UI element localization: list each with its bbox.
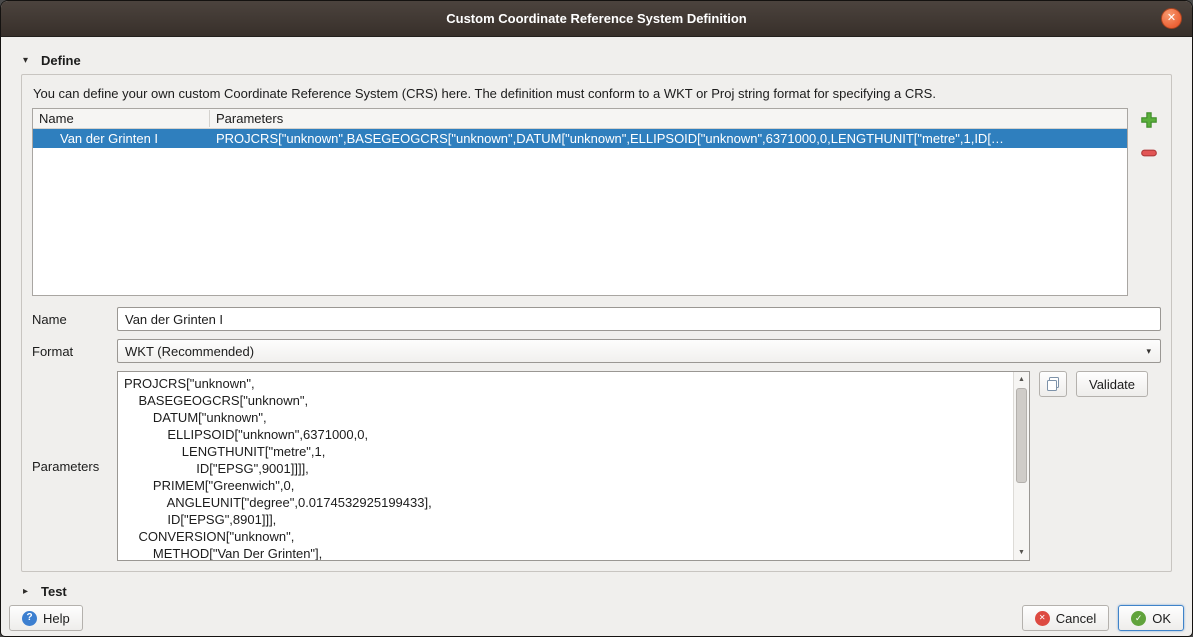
name-input[interactable]	[117, 307, 1161, 331]
custom-crs-dialog: Custom Coordinate Reference System Defin…	[0, 0, 1193, 637]
copy-wkt-button[interactable]	[1039, 371, 1067, 397]
titlebar[interactable]: Custom Coordinate Reference System Defin…	[1, 1, 1192, 37]
minus-icon	[1140, 144, 1158, 162]
parameters-scrollbar[interactable]: ▲ ▼	[1013, 372, 1029, 560]
define-group-header[interactable]: ▾ Define	[23, 53, 1172, 68]
test-group-label: Test	[41, 584, 67, 599]
footer-right-buttons: ✕ Cancel ✓ OK	[1022, 605, 1184, 631]
name-field-row: Name	[32, 307, 1161, 331]
collapse-down-arrow-icon: ▾	[23, 55, 34, 66]
format-select[interactable]: WKT (Recommended) ▾	[117, 339, 1161, 363]
crs-list[interactable]: Name Parameters Van der Grinten I PROJCR…	[32, 108, 1128, 296]
crs-table-area: Name Parameters Van der Grinten I PROJCR…	[32, 108, 1161, 296]
dialog-button-box: ? Help ✕ Cancel ✓ OK	[9, 605, 1184, 631]
format-field-row: Format WKT (Recommended) ▾	[32, 339, 1161, 363]
format-label: Format	[32, 344, 117, 359]
name-label: Name	[32, 312, 117, 327]
validate-label: Validate	[1089, 377, 1135, 392]
parameters-editor: PROJCRS["unknown", BASEGEOGCRS["unknown"…	[117, 371, 1030, 561]
close-button[interactable]: ✕	[1161, 8, 1182, 29]
parameters-side-buttons: Validate	[1039, 371, 1148, 397]
define-group-label: Define	[41, 53, 81, 68]
list-tool-buttons	[1137, 108, 1161, 296]
window-title: Custom Coordinate Reference System Defin…	[446, 11, 747, 26]
parameters-textarea[interactable]: PROJCRS["unknown", BASEGEOGCRS["unknown"…	[118, 372, 1013, 560]
help-label: Help	[43, 611, 70, 626]
close-icon: ✕	[1167, 13, 1176, 24]
parameters-field-row: Parameters PROJCRS["unknown", BASEGEOGCR…	[32, 371, 1161, 561]
help-button[interactable]: ? Help	[9, 605, 83, 631]
test-group-header[interactable]: ▸ Test	[23, 584, 1172, 599]
crs-description-text: You can define your own custom Coordinat…	[33, 86, 1160, 101]
ok-button[interactable]: ✓ OK	[1118, 605, 1184, 631]
parameters-label: Parameters	[32, 459, 99, 474]
scrollbar-thumb[interactable]	[1016, 388, 1027, 483]
ok-icon: ✓	[1131, 611, 1146, 626]
column-header-parameters[interactable]: Parameters	[210, 110, 289, 127]
row-name-cell: Van der Grinten I	[33, 131, 210, 146]
table-row[interactable]: Van der Grinten I PROJCRS["unknown",BASE…	[33, 129, 1127, 148]
cancel-button[interactable]: ✕ Cancel	[1022, 605, 1109, 631]
copy-icon	[1045, 376, 1061, 392]
add-crs-button[interactable]	[1137, 108, 1161, 132]
chevron-down-icon: ▾	[1146, 346, 1151, 357]
scrollbar-track[interactable]	[1014, 387, 1029, 545]
define-group-frame: You can define your own custom Coordinat…	[21, 74, 1172, 572]
column-header-name[interactable]: Name	[33, 110, 210, 127]
format-selected-value: WKT (Recommended)	[125, 344, 254, 359]
validate-button[interactable]: Validate	[1076, 371, 1148, 397]
ok-label: OK	[1152, 611, 1171, 626]
collapse-right-arrow-icon: ▸	[23, 586, 34, 597]
dialog-content: ▾ Define You can define your own custom …	[1, 37, 1192, 599]
cancel-icon: ✕	[1035, 611, 1050, 626]
row-parameters-cell: PROJCRS["unknown",BASEGEOGCRS["unknown",…	[210, 131, 1127, 146]
crs-list-header: Name Parameters	[33, 109, 1127, 129]
parameters-label-wrap: Parameters	[32, 371, 117, 561]
help-icon: ?	[22, 611, 37, 626]
scroll-down-icon[interactable]: ▼	[1014, 545, 1029, 560]
plus-icon	[1140, 111, 1158, 129]
cancel-label: Cancel	[1056, 611, 1096, 626]
remove-crs-button[interactable]	[1137, 141, 1161, 165]
scroll-up-icon[interactable]: ▲	[1014, 372, 1029, 387]
